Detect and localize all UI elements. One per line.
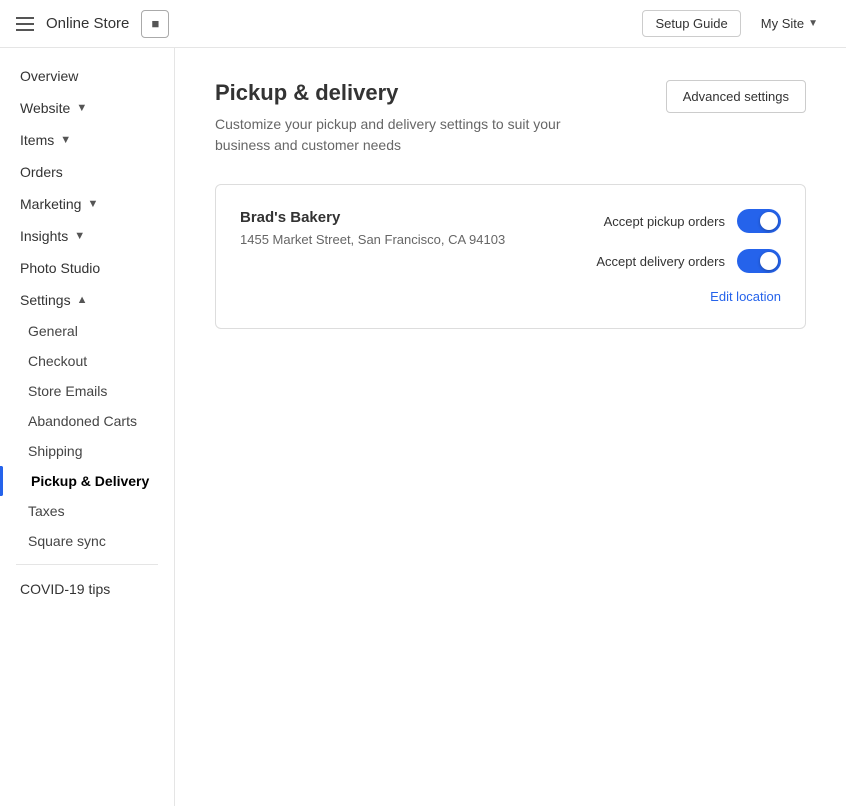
sidebar-sub-item-square-sync[interactable]: Square sync	[0, 526, 174, 556]
chevron-down-icon: ▼	[808, 18, 818, 29]
sidebar-item-settings[interactable]: Settings ▲	[0, 284, 174, 316]
location-name: Brad's Bakery	[240, 209, 505, 226]
pickup-toggle[interactable]	[737, 209, 781, 233]
edit-location-link[interactable]: Edit location	[710, 289, 781, 304]
advanced-settings-button[interactable]: Advanced settings	[666, 80, 806, 113]
delivery-toggle-row: Accept delivery orders	[596, 249, 781, 273]
sidebar-divider	[16, 564, 158, 565]
chevron-down-icon: ▼	[74, 230, 85, 242]
page-title: Pickup & delivery	[215, 80, 615, 106]
setup-guide-button[interactable]: Setup Guide	[642, 10, 740, 37]
sidebar-sub-item-store-emails[interactable]: Store Emails	[0, 376, 174, 406]
location-card: Brad's Bakery 1455 Market Street, San Fr…	[215, 184, 806, 329]
hamburger-menu[interactable]	[16, 17, 34, 31]
sidebar-item-overview[interactable]: Overview	[0, 60, 174, 92]
location-controls: Accept pickup orders Accept delivery ord…	[596, 209, 781, 304]
main-content: Pickup & delivery Customize your pickup …	[175, 48, 846, 806]
main-layout: Overview Website ▼ Items ▼ Orders Market…	[0, 48, 846, 806]
my-site-button[interactable]: My Site ▼	[749, 11, 830, 36]
chevron-down-icon: ▼	[60, 134, 71, 146]
accept-pickup-label: Accept pickup orders	[604, 214, 725, 229]
sidebar-sub-item-checkout[interactable]: Checkout	[0, 346, 174, 376]
app-title: Online Store	[46, 15, 129, 32]
delivery-toggle[interactable]	[737, 249, 781, 273]
topbar: Online Store ■ Setup Guide My Site ▼	[0, 0, 846, 48]
topbar-right: Setup Guide My Site ▼	[642, 10, 830, 37]
location-info: Brad's Bakery 1455 Market Street, San Fr…	[240, 209, 505, 247]
chevron-down-icon: ▼	[87, 198, 98, 210]
page-header-text: Pickup & delivery Customize your pickup …	[215, 80, 615, 156]
sidebar: Overview Website ▼ Items ▼ Orders Market…	[0, 48, 175, 806]
sidebar-sub-item-pickup-delivery[interactable]: Pickup & Delivery	[0, 466, 174, 496]
location-address: 1455 Market Street, San Francisco, CA 94…	[240, 232, 505, 247]
sidebar-item-photo-studio[interactable]: Photo Studio	[0, 252, 174, 284]
page-header: Pickup & delivery Customize your pickup …	[215, 80, 806, 156]
sidebar-item-marketing[interactable]: Marketing ▼	[0, 188, 174, 220]
sidebar-item-items[interactable]: Items ▼	[0, 124, 174, 156]
sidebar-item-covid-tips[interactable]: COVID-19 tips	[0, 573, 174, 605]
topbar-left: Online Store ■	[16, 10, 642, 38]
sidebar-sub-item-general[interactable]: General	[0, 316, 174, 346]
sidebar-sub-item-taxes[interactable]: Taxes	[0, 496, 174, 526]
chevron-up-icon: ▲	[77, 294, 88, 306]
pickup-toggle-row: Accept pickup orders	[604, 209, 781, 233]
accept-delivery-label: Accept delivery orders	[596, 254, 725, 269]
sidebar-item-website[interactable]: Website ▼	[0, 92, 174, 124]
chevron-down-icon: ▼	[76, 102, 87, 114]
sidebar-item-insights[interactable]: Insights ▼	[0, 220, 174, 252]
sidebar-item-orders[interactable]: Orders	[0, 156, 174, 188]
sidebar-sub-item-abandoned-carts[interactable]: Abandoned Carts	[0, 406, 174, 436]
square-icon: ■	[141, 10, 169, 38]
sidebar-sub-item-shipping[interactable]: Shipping	[0, 436, 174, 466]
page-description: Customize your pickup and delivery setti…	[215, 114, 615, 156]
